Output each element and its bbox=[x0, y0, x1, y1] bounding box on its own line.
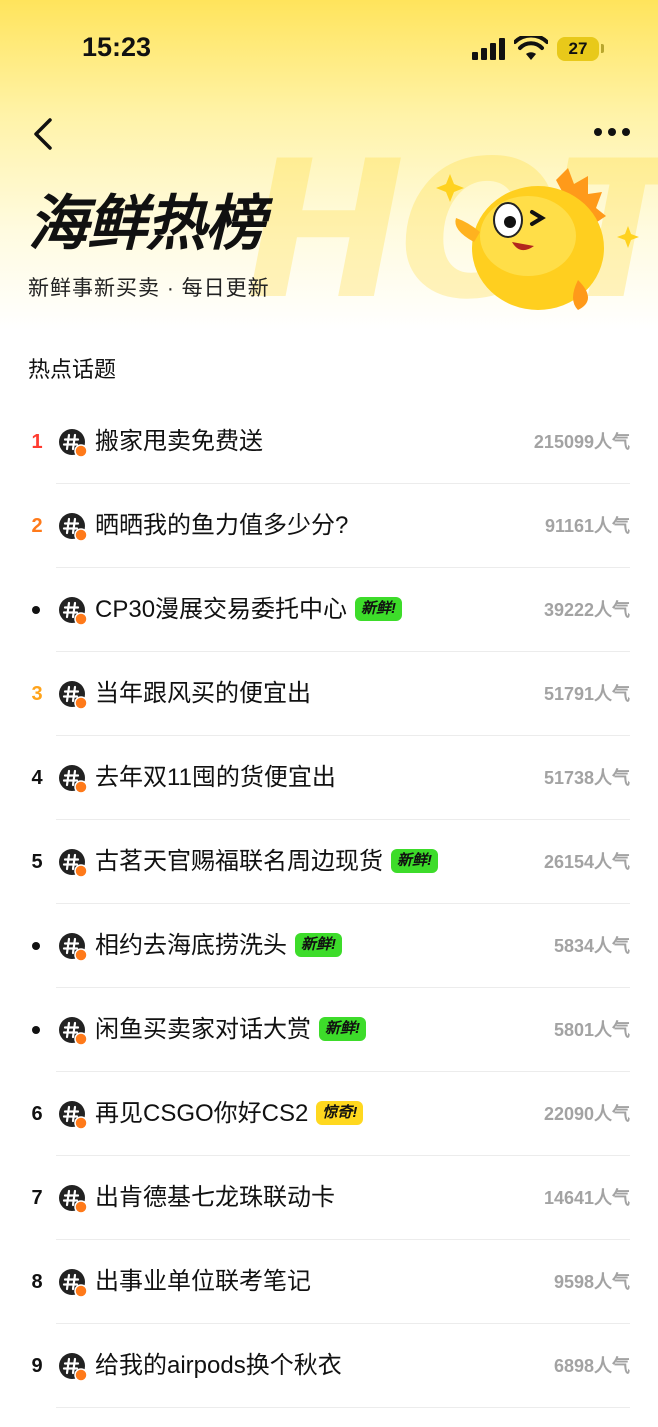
topic-title-text: 去年双11囤的货便宜出 bbox=[95, 764, 336, 791]
topic-title-text: CP30漫展交易委托中心 bbox=[95, 596, 348, 623]
new-badge: 新鲜! bbox=[391, 848, 438, 873]
topic-title[interactable]: 出事业单位联考笔记 bbox=[95, 1240, 311, 1324]
topic-rank: 2 bbox=[31, 515, 43, 537]
topic-title[interactable]: 晒晒我的鱼力值多少分? bbox=[95, 484, 348, 568]
topic-popularity: 22090人气 bbox=[543, 1104, 630, 1124]
topic-row[interactable]: 7 出肯德基七龙珠联动卡 14641人气 bbox=[0, 1156, 658, 1240]
hashtag-flame-icon bbox=[59, 1101, 88, 1130]
topic-popularity: 51738人气 bbox=[543, 768, 630, 788]
hero-banner: HOT 15:23 27 海鲜热榜 新鲜事新买卖 · 每日更新 bbox=[0, 0, 658, 330]
topic-popularity: 9598人气 bbox=[553, 1272, 630, 1292]
bullet-dot-icon bbox=[32, 942, 40, 950]
topic-title-text: 相约去海底捞洗头 bbox=[95, 932, 287, 959]
section-title: 热点话题 bbox=[28, 357, 117, 382]
signal-icon bbox=[472, 38, 506, 60]
status-bar: 15:23 27 bbox=[0, 0, 658, 100]
topic-title[interactable]: 搬家甩卖免费送 bbox=[95, 400, 263, 484]
topic-rank: 5 bbox=[31, 851, 43, 873]
hashtag-flame-icon bbox=[59, 933, 88, 962]
new-badge: 新鲜! bbox=[295, 932, 342, 957]
mascot-fish-icon bbox=[436, 168, 639, 310]
topic-title[interactable]: CP30漫展交易委托中心 新鲜! bbox=[95, 568, 403, 652]
topic-row[interactable]: CP30漫展交易委托中心 新鲜! 39222人气 bbox=[0, 568, 658, 652]
new-badge: 新鲜! bbox=[319, 1016, 366, 1041]
topic-rank: 6 bbox=[31, 1103, 43, 1125]
topic-popularity: 215099人气 bbox=[533, 432, 630, 452]
bullet-dot-icon bbox=[32, 606, 40, 614]
hashtag-flame-icon bbox=[59, 849, 88, 878]
topic-rank: 1 bbox=[31, 431, 43, 453]
status-time: 15:23 bbox=[82, 32, 152, 62]
more-options-button[interactable] bbox=[590, 124, 634, 144]
battery-tip bbox=[601, 44, 604, 53]
topic-list: 1 搬家甩卖免费送 215099人气 2 晒晒我的鱼力值多少分? 91161人气 CP30漫… bbox=[0, 400, 658, 1408]
topic-title[interactable]: 当年跟风买的便宜出 bbox=[95, 652, 311, 736]
topic-row[interactable]: 3 当年跟风买的便宜出 51791人气 bbox=[0, 652, 658, 736]
battery-icon: 27 bbox=[557, 37, 599, 61]
topic-popularity: 51791人气 bbox=[543, 684, 630, 704]
hashtag-flame-icon bbox=[59, 1269, 88, 1298]
topic-row[interactable]: 8 出事业单位联考笔记 9598人气 bbox=[0, 1240, 658, 1324]
surprise-badge: 惊奇! bbox=[316, 1100, 364, 1125]
hashtag-flame-icon bbox=[59, 597, 88, 626]
topic-row[interactable]: 5 古茗天官赐福联名周边现货 新鲜! 26154人气 bbox=[0, 820, 658, 904]
topic-title[interactable]: 出肯德基七龙珠联动卡 bbox=[95, 1156, 335, 1240]
topic-popularity: 5834人气 bbox=[553, 936, 630, 956]
topic-row[interactable]: 4 去年双11囤的货便宜出 51738人气 bbox=[0, 736, 658, 820]
topic-title-text: 古茗天官赐福联名周边现货 bbox=[95, 848, 383, 875]
hashtag-flame-icon bbox=[59, 1017, 88, 1046]
topic-title-text: 闲鱼买卖家对话大赏 bbox=[95, 1016, 311, 1043]
topic-row[interactable]: 1 搬家甩卖免费送 215099人气 bbox=[0, 400, 658, 484]
back-button[interactable] bbox=[26, 114, 62, 154]
topic-row[interactable]: 相约去海底捞洗头 新鲜! 5834人气 bbox=[0, 904, 658, 988]
topic-title-text: 搬家甩卖免费送 bbox=[95, 428, 263, 455]
page-title: 海鲜热榜 bbox=[28, 189, 265, 259]
hashtag-flame-icon bbox=[59, 681, 88, 710]
topic-title-text: 当年跟风买的便宜出 bbox=[95, 680, 311, 707]
topic-popularity: 39222人气 bbox=[543, 600, 630, 620]
topic-title[interactable]: 古茗天官赐福联名周边现货 新鲜! bbox=[95, 820, 438, 904]
row-divider bbox=[56, 1407, 630, 1408]
bullet-dot-icon bbox=[32, 1026, 40, 1034]
topic-popularity: 26154人气 bbox=[543, 852, 630, 872]
topic-popularity: 91161人气 bbox=[544, 516, 630, 536]
topic-title-text: 给我的airpods换个秋衣 bbox=[95, 1352, 342, 1379]
page-subtitle: 新鲜事新买卖 · 每日更新 bbox=[28, 277, 270, 300]
topic-title-text: 出肯德基七龙珠联动卡 bbox=[95, 1184, 335, 1211]
topic-title[interactable]: 再见CSGO你好CS2 惊奇! bbox=[95, 1072, 364, 1156]
topic-title-text: 出事业单位联考笔记 bbox=[95, 1268, 311, 1295]
topic-row[interactable]: 6 再见CSGO你好CS2 惊奇! 22090人气 bbox=[0, 1072, 658, 1156]
topic-title[interactable]: 给我的airpods换个秋衣 bbox=[95, 1324, 342, 1408]
topic-title[interactable]: 去年双11囤的货便宜出 bbox=[95, 736, 336, 820]
topic-rank: 7 bbox=[31, 1187, 43, 1209]
wifi-icon bbox=[514, 36, 548, 60]
topic-row[interactable]: 2 晒晒我的鱼力值多少分? 91161人气 bbox=[0, 484, 658, 568]
hashtag-flame-icon bbox=[59, 1185, 88, 1214]
topic-rank: 3 bbox=[31, 683, 43, 705]
topic-popularity: 5801人气 bbox=[553, 1020, 630, 1040]
hashtag-flame-icon bbox=[59, 765, 88, 794]
topic-rank: 4 bbox=[31, 767, 43, 789]
topic-title[interactable]: 闲鱼买卖家对话大赏 新鲜! bbox=[95, 988, 366, 1072]
topic-popularity: 14641人气 bbox=[543, 1188, 630, 1208]
topic-rank: 8 bbox=[31, 1271, 43, 1293]
topic-title-text: 再见CSGO你好CS2 bbox=[95, 1100, 309, 1127]
new-badge: 新鲜! bbox=[355, 596, 403, 621]
hashtag-flame-icon bbox=[59, 1353, 88, 1382]
hashtag-flame-icon bbox=[59, 429, 88, 458]
topic-title[interactable]: 相约去海底捞洗头 新鲜! bbox=[95, 904, 342, 988]
topic-row[interactable]: 闲鱼买卖家对话大赏 新鲜! 5801人气 bbox=[0, 988, 658, 1072]
topic-popularity: 6898人气 bbox=[553, 1356, 630, 1376]
topic-title-text: 晒晒我的鱼力值多少分? bbox=[95, 512, 349, 539]
hashtag-flame-icon bbox=[59, 513, 88, 542]
topic-row[interactable]: 9 给我的airpods换个秋衣 6898人气 bbox=[0, 1324, 658, 1408]
topic-rank: 9 bbox=[31, 1355, 43, 1377]
